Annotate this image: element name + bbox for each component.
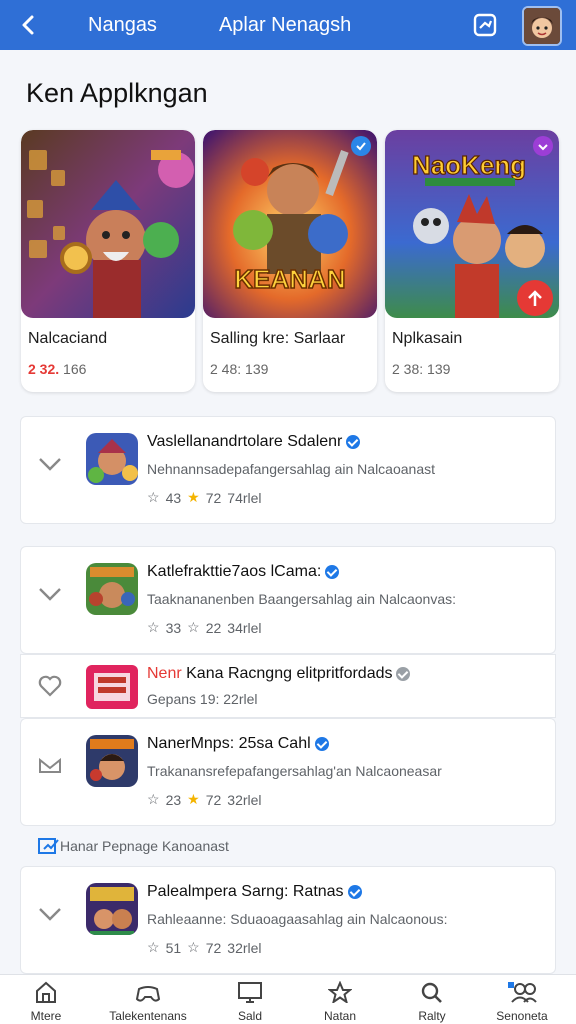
app-description: Rahleaanne: Sduaoagaasahlag ain Nalcaono… — [147, 911, 448, 927]
featured-meta: 2 38: 139 — [392, 361, 451, 377]
app-stats: ☆ 51 ☆ 72 32rlel — [147, 939, 262, 956]
heart-icon[interactable] — [37, 675, 63, 697]
app-title: Nenr Kana Racngng elitpritfordads — [147, 665, 411, 683]
app-title: Katlefrakttie7aos lCama: — [147, 563, 340, 581]
star-filled-icon: ★ — [187, 489, 200, 505]
home-icon — [36, 981, 56, 1003]
featured-art-text: KEANAN — [234, 264, 345, 294]
app-stats: ☆ 33 ☆ 22 34rlel — [147, 619, 262, 636]
app-title: NanerMnps: 25sa Cahl — [147, 735, 329, 753]
app-description: Gepans 19: 22rlel — [147, 691, 258, 707]
controller-icon — [135, 986, 161, 1002]
list-item[interactable]: Vaslellanandrtolare Sdalenr Nehnannsadep… — [20, 416, 556, 524]
star-outline-icon: ☆ — [147, 619, 160, 635]
nav-item-home[interactable]: Mtere — [22, 975, 70, 1024]
app-description: Nehnannsadepafangersahlag ain Nalcaoanas… — [147, 461, 435, 477]
list-item[interactable]: Katlefrakttie7aos lCama: Taaknananenben … — [20, 546, 556, 654]
featured-art-image — [21, 130, 195, 318]
chevron-down-icon[interactable] — [37, 453, 63, 475]
verified-badge-icon — [533, 136, 553, 156]
section-title: Ken Applkngan — [26, 78, 208, 108]
featured-name: Nplkasain — [392, 330, 463, 347]
back-button[interactable] — [0, 0, 56, 50]
app-stats: ☆ 23 ★ 72 32rlel — [147, 791, 262, 808]
verified-icon — [346, 434, 361, 449]
edit-icon — [38, 838, 59, 854]
star-icon — [328, 981, 352, 1003]
search-icon — [421, 982, 442, 1003]
subheader-label: Hanar Pepnage Kanoanast — [60, 838, 229, 854]
featured-card[interactable]: KEANAN Salling kre: Sarlaar 2 48: 139 — [203, 130, 377, 392]
people-icon — [508, 982, 537, 1003]
bottom-navigation: Mtere Talekentenans Sald Natan Ralty Sen… — [0, 974, 576, 1024]
share-icon — [473, 13, 497, 37]
featured-art-image: KEANAN — [203, 130, 377, 318]
nav-item-search[interactable]: Ralty — [408, 975, 456, 1024]
nav-item-social[interactable]: Senoneta — [490, 975, 554, 1024]
verified-badge-icon — [351, 136, 371, 156]
app-icon — [86, 735, 138, 787]
app-icon — [86, 433, 138, 485]
star-outline-icon: ☆ — [147, 791, 160, 807]
chevron-down-icon[interactable] — [37, 903, 63, 925]
featured-name: Nalcaciand — [28, 330, 108, 347]
back-arrow-icon — [22, 15, 34, 35]
featured-art-image: NaoKeng — [385, 130, 559, 318]
app-title: Palealmpera Sarng: Ratnas — [147, 883, 362, 901]
app-icon — [86, 563, 138, 615]
nav-item-tv[interactable]: Sald — [226, 975, 274, 1024]
app-icon — [86, 883, 138, 935]
verified-icon — [347, 884, 362, 899]
mail-icon[interactable] — [37, 755, 63, 777]
top-app-bar: Nangas Aplar Nenagsh — [0, 0, 576, 50]
featured-name: Salling kre: Sarlaar — [210, 330, 346, 347]
list-item[interactable]: NanerMnps: 25sa Cahl Trakanansrefepafang… — [20, 718, 556, 826]
featured-meta: 2 48: 139 — [210, 361, 269, 377]
app-icon — [86, 665, 138, 709]
main-content: Ken Applkngan Nalcaciand 2 32. 166 KEANA… — [0, 50, 576, 974]
chevron-down-icon[interactable] — [37, 583, 63, 605]
featured-art-text: NaoKeng — [412, 150, 526, 180]
star-outline-icon: ☆ — [187, 939, 200, 955]
list-item[interactable]: Palealmpera Sarng: Ratnas Rahleaanne: Sd… — [20, 866, 556, 974]
header-left-title[interactable]: Nangas — [88, 14, 157, 37]
verified-icon — [325, 564, 340, 579]
nav-item-favorites[interactable]: Natan — [316, 975, 364, 1024]
app-description: Trakanansrefepafangersahlag'an Nalcaonea… — [147, 763, 442, 779]
app-title: Vaslellanandrtolare Sdalenr — [147, 433, 361, 451]
list-item[interactable]: Nenr Kana Racngng elitpritfordads Gepans… — [20, 654, 556, 718]
share-button[interactable] — [470, 10, 500, 40]
featured-card[interactable]: NaoKeng Nplkasain 2 38: 139 — [385, 130, 559, 392]
star-outline-icon: ☆ — [147, 489, 160, 505]
avatar[interactable] — [522, 6, 562, 46]
tv-icon — [238, 982, 262, 1003]
star-filled-icon: ★ — [187, 791, 200, 807]
star-outline-icon: ☆ — [187, 619, 200, 635]
star-outline-icon: ☆ — [147, 939, 160, 955]
app-description: Taaknananenben Baangersahlag ain Nalcaon… — [147, 591, 457, 607]
featured-card[interactable]: Nalcaciand 2 32. 166 — [21, 130, 195, 392]
section-subheader[interactable]: Hanar Pepnage Kanoanast — [20, 826, 556, 866]
nav-item-games[interactable]: Talekentenans — [96, 975, 200, 1024]
verified-icon — [396, 666, 411, 681]
verified-icon — [314, 736, 329, 751]
app-stats: ☆ 43 ★ 72 74rlel — [147, 489, 262, 506]
header-center-title: Aplar Nenagsh — [218, 13, 352, 36]
featured-meta: 2 32. 166 — [28, 361, 87, 377]
